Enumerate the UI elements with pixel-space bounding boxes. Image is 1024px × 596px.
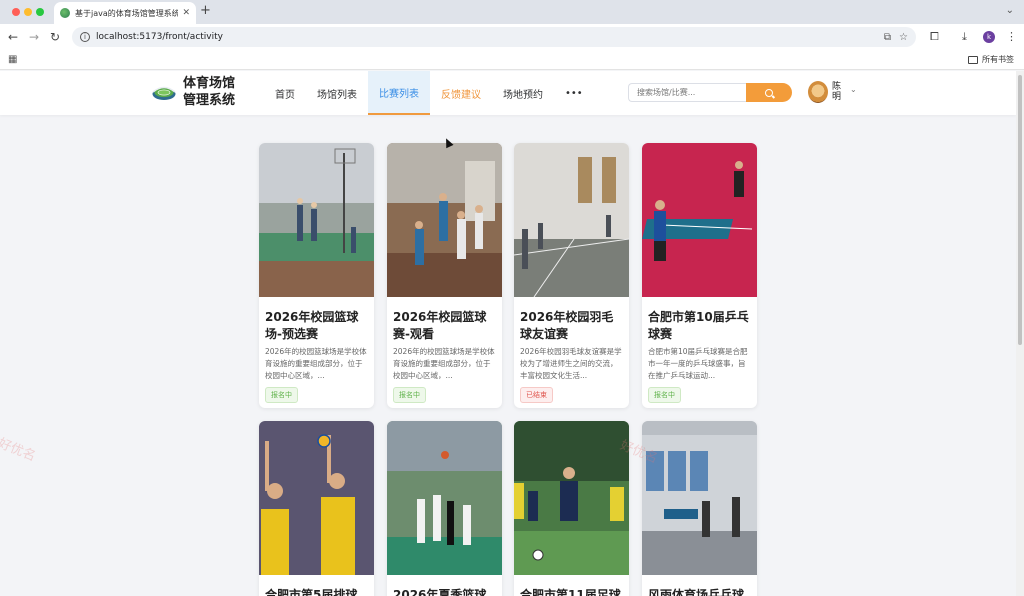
competition-card[interactable]: 2026年夏季篮球运 (387, 421, 502, 596)
nav-reservation[interactable]: 场地预约 (492, 71, 554, 115)
translate-icon[interactable]: ⧉ (884, 32, 891, 43)
new-tab-button[interactable]: + (200, 4, 211, 18)
close-window-button[interactable] (12, 8, 20, 16)
search-icon (765, 88, 773, 97)
card-title: 合肥市第11届足球 (520, 588, 621, 596)
card-body: 2026年校园篮球场-预选赛 2026年的校园篮球场是学校体育设施的重要组成部分… (259, 301, 374, 403)
card-title: 2026年校园篮球赛-观看 (393, 310, 487, 341)
card-description: 2026年的校园篮球场是学校体育设施的重要组成部分，位于校园中心区域，... (393, 347, 495, 380)
nav-more-icon[interactable]: ••• (554, 71, 594, 115)
minimize-window-button[interactable] (24, 8, 32, 16)
nav-home[interactable]: 首页 (264, 71, 306, 115)
page-viewport: 体育场馆管理系统 首页 场馆列表 比赛列表 反馈建议 场地预约 ••• 陈明 ⌄ (0, 71, 1016, 596)
nav-competition-list[interactable]: 比赛列表 (368, 71, 430, 115)
card-description: 2026年校园羽毛球友谊赛是学校为了增进师生之间的交流，丰富校园文化生活... (520, 347, 622, 380)
reload-icon[interactable]: ↻ (50, 29, 60, 45)
card-title: 风雨体育场乒乓球 (648, 588, 745, 596)
football-photo (514, 421, 629, 575)
browser-menu-icon[interactable]: ⋮ (1006, 30, 1017, 44)
status-badge: 报名中 (648, 387, 681, 403)
competition-card[interactable]: 合肥市第11届足球 (514, 421, 629, 596)
address-bar[interactable]: i localhost:5173/front/activity ⧉ ☆ (72, 27, 916, 47)
card-body: 合肥市第11届足球 (514, 579, 629, 596)
all-bookmarks-label: 所有书签 (982, 55, 1014, 64)
browser-tab[interactable]: 基于java的体育场馆管理系统设 ✕ (54, 2, 196, 24)
back-arrow-icon[interactable]: ← (8, 29, 18, 45)
card-title: 合肥市第5届排球比 (265, 588, 358, 596)
apps-grid-icon[interactable]: ▦ (8, 54, 17, 65)
card-description: 合肥市第10届乒乓球赛是合肥市一年一度的乒乓球盛事，旨在推广乒乓球运动... (648, 347, 748, 380)
competition-card[interactable]: 合肥市第5届排球比 (259, 421, 374, 596)
bookmark-star-icon[interactable]: ☆ (899, 32, 908, 43)
card-title: 2026年校园篮球场-预选赛 (265, 310, 359, 341)
card-description: 2026年的校园篮球场是学校体育设施的重要组成部分，位于校园中心区域，... (265, 347, 367, 380)
summer-basketball-photo (387, 421, 502, 575)
volleyball-photo (259, 421, 374, 575)
competition-card[interactable]: 2026年校园羽毛球友谊赛 2026年校园羽毛球友谊赛是学校为了增进师生之间的交… (514, 143, 629, 408)
indoor-table-tennis-photo (642, 421, 757, 575)
status-badge: 报名中 (393, 387, 426, 403)
browser-toolbar: ← → ↻ i localhost:5173/front/activity ⧉ … (0, 24, 1024, 50)
card-body: 2026年校园羽毛球友谊赛 2026年校园羽毛球友谊赛是学校为了增进师生之间的交… (514, 301, 629, 403)
search-input[interactable] (628, 83, 746, 102)
basketball-game-photo (387, 143, 502, 297)
competition-card[interactable]: 2026年校园篮球赛-观看 2026年的校园篮球场是学校体育设施的重要组成部分，… (387, 143, 502, 408)
url-text[interactable]: localhost:5173/front/activity (96, 32, 876, 42)
maximize-window-button[interactable] (36, 8, 44, 16)
page-scrollbar[interactable] (1016, 71, 1024, 596)
card-body: 2026年夏季篮球运 (387, 579, 502, 596)
card-body: 2026年校园篮球赛-观看 2026年的校园篮球场是学校体育设施的重要组成部分，… (387, 301, 502, 403)
tab-search-chevron-icon[interactable]: ⌄ (1006, 5, 1014, 16)
table-tennis-photo (642, 143, 757, 297)
card-title: 合肥市第10届乒乓球赛 (648, 310, 749, 341)
close-tab-icon[interactable]: ✕ (182, 8, 190, 18)
site-info-icon[interactable]: i (80, 32, 90, 42)
folder-icon (968, 55, 978, 64)
card-title: 2026年校园羽毛球友谊赛 (520, 310, 614, 341)
search-bar (628, 83, 792, 102)
chevron-down-icon[interactable]: ⌄ (850, 85, 857, 94)
search-button[interactable] (746, 83, 792, 102)
main-nav: 首页 场馆列表 比赛列表 反馈建议 场地预约 ••• (264, 71, 594, 115)
nav-venue-list[interactable]: 场馆列表 (306, 71, 368, 115)
competition-card[interactable]: 2026年校园篮球场-预选赛 2026年的校园篮球场是学校体育设施的重要组成部分… (259, 143, 374, 408)
stadium-logo-icon (152, 86, 176, 100)
all-bookmarks-button[interactable]: 所有书签 (968, 54, 1014, 65)
browser-tab-bar: 基于java的体育场馆管理系统设 ✕ + ⌄ (0, 0, 1024, 24)
forward-arrow-icon[interactable]: → (29, 29, 39, 45)
bookmarks-bar: ▦ 所有书签 (0, 50, 1024, 70)
basketball-court-photo (259, 143, 374, 297)
competition-card[interactable]: 风雨体育场乒乓球 (642, 421, 757, 596)
site-header: 体育场馆管理系统 首页 场馆列表 比赛列表 反馈建议 场地预约 ••• 陈明 ⌄ (0, 71, 1016, 115)
profile-avatar[interactable]: k (983, 31, 995, 43)
watermark: 好优名 (0, 436, 38, 465)
extensions-icon[interactable]: ⧠ (930, 30, 939, 44)
user-avatar[interactable] (808, 81, 828, 103)
nav-feedback[interactable]: 反馈建议 (430, 71, 492, 115)
badminton-hall-photo (514, 143, 629, 298)
tab-title: 基于java的体育场馆管理系统设 (75, 8, 179, 18)
scrollbar-thumb[interactable] (1018, 75, 1022, 345)
status-badge: 已结束 (520, 387, 553, 403)
competition-card[interactable]: 合肥市第10届乒乓球赛 合肥市第10届乒乓球赛是合肥市一年一度的乒乓球盛事，旨在… (642, 143, 757, 408)
card-body: 合肥市第10届乒乓球赛 合肥市第10届乒乓球赛是合肥市一年一度的乒乓球盛事，旨在… (642, 301, 757, 403)
download-icon[interactable]: ⤓ (962, 30, 967, 44)
status-badge: 报名中 (265, 387, 298, 403)
card-body: 风雨体育场乒乓球 (642, 579, 757, 596)
card-title: 2026年夏季篮球运 (393, 588, 487, 596)
user-name[interactable]: 陈明 (832, 82, 842, 102)
site-title: 体育场馆管理系统 (183, 76, 236, 108)
stadium-favicon-icon (60, 8, 70, 18)
card-body: 合肥市第5届排球比 (259, 579, 374, 596)
